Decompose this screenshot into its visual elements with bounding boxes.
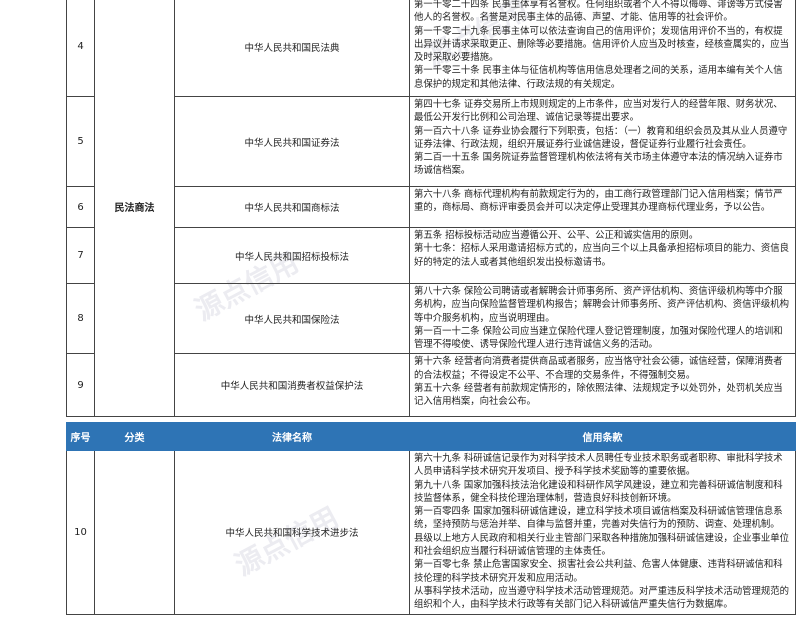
row-number: 4 [66,0,95,97]
credit-clause: 第四十七条 证券交易所上市规则规定的上市条件，应当对发行人的经营年限、财务状况、… [409,96,796,187]
clause-line: 第九十八条 国家加强科技法治化建设和科研作风学风建设，建立和完善科研诚信制度和科… [414,479,783,504]
header-num: 序号 [66,422,95,451]
clause-line: 第一百一十二条 保险公司应当建立保险代理人登记管理制度，加强对保险代理人的培训和… [414,325,783,351]
header-law-name: 法律名称 [174,422,410,451]
table-row: 10 中华人民共和国科学技术进步法 第六十九条 科研诚信记录作为对科学技术人员聘… [66,450,796,615]
credit-law-table-part2: 序号 分类 法律名称 信用条款 10 中华人民共和国科学技术进步法 第六十九条 … [66,422,796,615]
credit-clause: 第十六条 经营者向消费者提供商品或者服务，应当恪守社会公德，诚信经营，保障消费者… [409,353,796,418]
row-number: 6 [66,186,95,228]
clause-line: 第一百六十八条 证券业协会履行下列职责，包括：（一）教育和组织会员及其从业人员遵… [414,125,788,150]
header-credit-clause: 信用条款 [409,422,796,451]
clause-line: 第一千零二十四条 民事主体享有名誉权。任何组织或者个人不得以侮辱、诽谤等方式侵害… [414,0,783,24]
clause-line: 第五条 招标投标活动应当遵循公开、公平、公正和诚实信用的原则。 [414,230,699,241]
table-header-row: 序号 分类 法律名称 信用条款 [66,422,796,451]
row-number: 9 [66,353,95,418]
clause-line: 第四十七条 证券交易所上市规则规定的上市条件，应当对发行人的经营年限、财务状况、… [414,99,783,124]
clause-line: 县级以上地方人民政府和相关行业主管部门采取各种措施加强科研诚信建设，企业事业单位… [414,532,790,558]
law-name: 中华人民共和国保险法 [174,282,410,355]
law-name: 中华人民共和国商标法 [174,186,410,228]
table-row: 4 民法商法 中华人民共和国民法典 第一千零二十四条 民事主体享有名誉权。任何组… [66,0,796,418]
law-name: 中华人民共和国民法典 [174,0,410,97]
row-number: 10 [66,450,95,615]
clause-line: 第一千零二十九条 民事主体可以依法查询自己的信用评价；发现信用评价不当的，有权提… [414,25,790,64]
clause-line: 第十七条：招标人采用邀请招标方式的，应当向三个以上具备承担招标项目的能力、资信良… [414,243,790,268]
table-row: 8 中华人民共和国保险法 第八十六条 保险公司聘请或者解聘会计师事务所、资产评估… [66,282,796,355]
clause-line: 第五十六条 经营者有前款规定情形的，除依照法律、法规规定予以处罚外，处罚机关应当… [414,383,783,408]
clause-line: 第六十九条 科研诚信记录作为对科学技术人员聘任专业技术职务或者职称、审批科学技术… [414,453,783,478]
clause-line: 第八十六条 保险公司聘请或者解聘会计师事务所、资产评估机构、资信评级机构等中介服… [414,286,790,324]
category-cell [94,450,175,615]
credit-law-table-part1: 4 民法商法 中华人民共和国民法典 第一千零二十四条 民事主体享有名誉权。任何组… [66,0,796,418]
law-name: 中华人民共和国证券法 [174,96,410,187]
header-category: 分类 [94,422,175,451]
clause-line: 第一千零三十条 民事主体与征信机构等信用信息处理者之间的关系，适用本编有关个人信… [414,65,783,90]
row-number: 5 [66,96,95,187]
credit-clause: 第五条 招标投标活动应当遵循公开、公平、公正和诚实信用的原则。 第十七条：招标人… [409,227,796,284]
category-cell: 民法商法 [94,0,175,418]
clause-line: 第一百零四条 国家加强科研诚信建设，建立科学技术项目诚信档案及科研诚信管理信息系… [414,506,783,531]
table-row: 9 中华人民共和国消费者权益保护法 第十六条 经营者向消费者提供商品或者服务，应… [66,353,796,418]
clause-line: 从事科学技术活动，应当遵守科学技术活动管理规范。对严重违反科学技术活动管理规范的… [414,585,790,611]
credit-clause: 第六十九条 科研诚信记录作为对科学技术人员聘任专业技术职务或者职称、审批科学技术… [409,450,796,615]
law-name: 中华人民共和国招标投标法 [174,227,410,284]
credit-clause: 第一千零二十四条 民事主体享有名誉权。任何组织或者个人不得以侮辱、诽谤等方式侵害… [409,0,796,97]
row-number: 7 [66,227,95,284]
row-number: 8 [66,282,95,355]
clause-line: 第六十八条 商标代理机构有前款规定行为的，由工商行政管理部门记入信用档案；情节严… [414,189,783,214]
clause-line: 第一百零七条 禁止危害国家安全、损害社会公共利益、危害人体健康、违背科研诚信和科… [414,559,783,584]
clause-line: 第二百一十五条 国务院证券监督管理机构依法将有关市场主体遵守本法的情况纳入证券市… [414,152,783,177]
clause-line: 第十六条 经营者向消费者提供商品或者服务，应当恪守社会公德，诚信经营，保障消费者… [414,356,783,381]
credit-clause: 第六十八条 商标代理机构有前款规定行为的，由工商行政管理部门记入信用档案；情节严… [409,186,796,228]
table-row: 6 中华人民共和国商标法 第六十八条 商标代理机构有前款规定行为的，由工商行政管… [66,186,796,228]
law-name: 中华人民共和国消费者权益保护法 [174,353,410,418]
table-row: 5 中华人民共和国证券法 第四十七条 证券交易所上市规则规定的上市条件，应当对发… [66,96,796,187]
credit-clause: 第八十六条 保险公司聘请或者解聘会计师事务所、资产评估机构、资信评级机构等中介服… [409,282,796,355]
law-name: 中华人民共和国科学技术进步法 [174,450,410,615]
table-row: 7 中华人民共和国招标投标法 第五条 招标投标活动应当遵循公开、公平、公正和诚实… [66,227,796,284]
